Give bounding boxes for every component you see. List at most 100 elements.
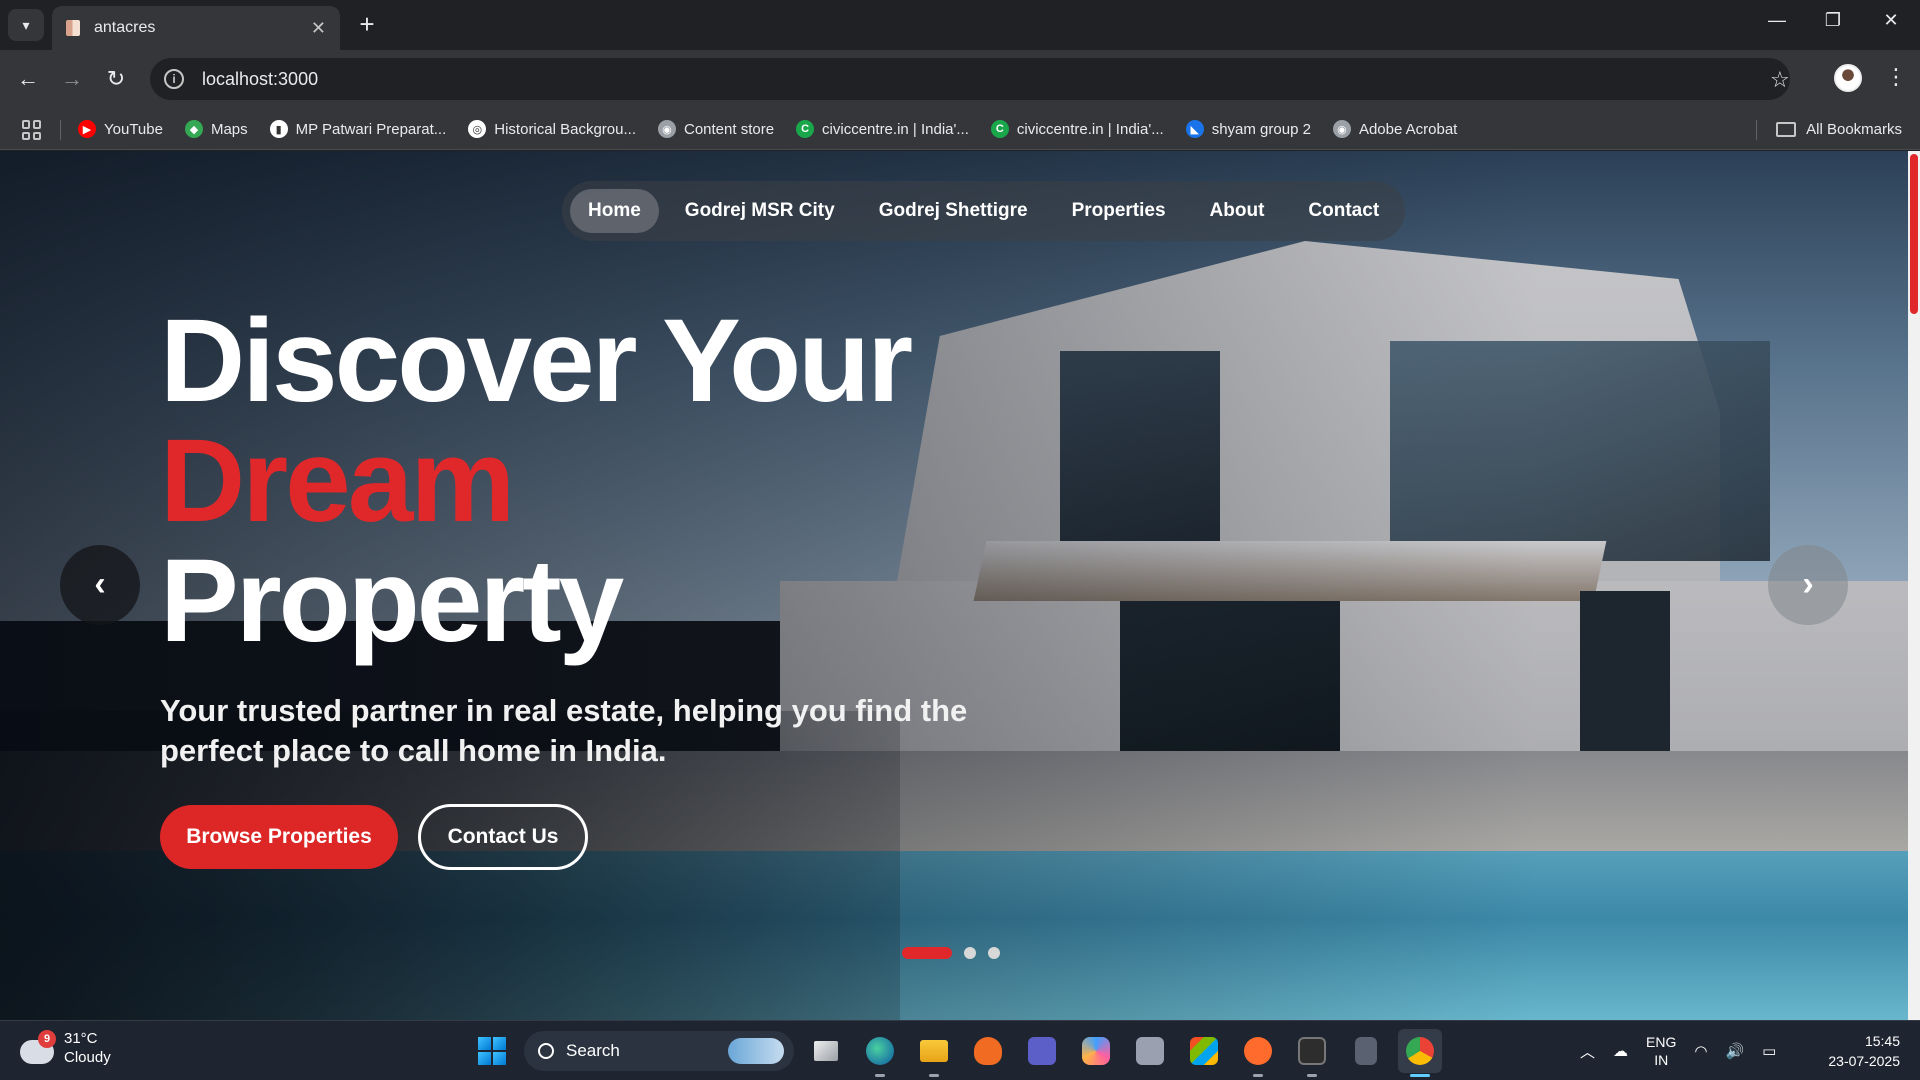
- bookmark-label: Content store: [683, 120, 775, 138]
- forward-arrow-icon[interactable]: →: [56, 64, 88, 96]
- file-explorer-icon[interactable]: [912, 1029, 956, 1077]
- weather-temperature: 31°C: [64, 1030, 98, 1047]
- globe-icon: ◉: [657, 120, 676, 138]
- microsoft-store-icon[interactable]: [1182, 1029, 1226, 1073]
- address-bar[interactable]: i localhost:3000: [150, 58, 1790, 100]
- sublime-icon[interactable]: [1236, 1029, 1280, 1077]
- url-text: localhost:3000: [202, 68, 319, 89]
- bookmark-item[interactable]: ▶ YouTube: [78, 120, 163, 138]
- browser-toolbar: ← → ↻ i localhost:3000 ☆ ⋮: [0, 50, 1920, 108]
- new-tab-button[interactable]: +: [352, 10, 382, 40]
- carousel-dot[interactable]: [902, 947, 952, 959]
- wifi-icon[interactable]: ◠: [1694, 1042, 1707, 1060]
- bookmark-item[interactable]: ◉ Adobe Acrobat: [1332, 120, 1457, 138]
- clock[interactable]: 15:45 23-07-2025: [1810, 1031, 1900, 1071]
- system-tray: ︿ ☁ ENG IN ◠ 🔊 ▭: [1580, 1029, 1776, 1073]
- bookmark-label: Maps: [210, 120, 248, 138]
- carousel-dot[interactable]: [988, 947, 1000, 959]
- search-highlight-icon: [728, 1038, 784, 1064]
- reload-icon[interactable]: ↻: [100, 64, 132, 96]
- bookmark-item[interactable]: ◉ Content store: [657, 120, 775, 138]
- bookmark-label: civiccentre.in | India'...: [822, 120, 969, 138]
- apps-grid-icon[interactable]: [22, 120, 42, 140]
- browser-tab[interactable]: antacres ✕: [52, 6, 340, 50]
- nav-home[interactable]: Home: [570, 189, 659, 233]
- bookmarks-bar: ▶ YouTube ◆ Maps ▮ MP Patwari Preparat... ◎ His…: [0, 108, 1920, 150]
- nav-properties[interactable]: Properties: [1054, 189, 1184, 233]
- taskbar-search-label: Search: [566, 1041, 620, 1060]
- cloud-icon: 9: [20, 1030, 56, 1064]
- nav-godrej-msr-city[interactable]: Godrej MSR City: [667, 189, 853, 233]
- carousel-indicators: [902, 947, 1000, 959]
- app-icon[interactable]: [1128, 1029, 1172, 1073]
- chrome-icon[interactable]: [1398, 1029, 1442, 1077]
- close-window-icon[interactable]: ✕: [1866, 10, 1916, 40]
- bookmark-star-icon[interactable]: ☆: [1770, 67, 1790, 93]
- language-indicator[interactable]: ENG IN: [1646, 1033, 1676, 1069]
- bookmark-label: shyam group 2: [1211, 120, 1311, 138]
- profile-avatar[interactable]: [1834, 64, 1862, 92]
- battery-icon[interactable]: ▭: [1762, 1042, 1776, 1060]
- site-info-icon[interactable]: i: [164, 69, 184, 89]
- back-arrow-icon[interactable]: ←: [12, 64, 44, 96]
- carousel-dot[interactable]: [964, 947, 976, 959]
- search-icon: [538, 1043, 554, 1059]
- bookmark-label: civiccentre.in | India'...: [1016, 120, 1164, 138]
- bookmark-label: Historical Backgrou...: [494, 120, 636, 138]
- contact-us-button[interactable]: Contact Us: [418, 804, 588, 870]
- bookmark-label: YouTube: [104, 120, 163, 138]
- onedrive-icon[interactable]: ☁: [1613, 1042, 1628, 1060]
- windows-taskbar: 9 31°C Cloudy Search ︿ ☁ ENG IN ◠ 🔊 ▭ 15…: [0, 1020, 1920, 1080]
- minimize-icon[interactable]: —: [1752, 10, 1802, 40]
- bookmark-item[interactable]: Cciviccentre.in | India'...: [796, 120, 969, 138]
- weather-widget[interactable]: 9 31°C Cloudy: [20, 1029, 111, 1067]
- more-menu-icon[interactable]: ⋮: [1885, 64, 1907, 90]
- bookmark-favicon-icon: ◣: [1185, 120, 1204, 138]
- bookmark-favicon-icon: ◎: [468, 120, 487, 138]
- nav-about[interactable]: About: [1192, 189, 1283, 233]
- windows-logo-icon: [478, 1037, 506, 1065]
- all-bookmarks-button[interactable]: All Bookmarks: [1776, 108, 1902, 150]
- bookmark-item[interactable]: Cciviccentre.in | India'...: [990, 120, 1164, 138]
- carousel-next-button[interactable]: ›: [1768, 545, 1848, 625]
- weather-condition: Cloudy: [64, 1049, 111, 1066]
- chevron-down-icon: ▾: [22, 16, 30, 33]
- tab-search-button[interactable]: ▾: [8, 9, 44, 41]
- bookmark-item[interactable]: ▮ MP Patwari Preparat...: [269, 120, 446, 138]
- restore-icon[interactable]: ❐: [1808, 10, 1858, 40]
- terminal-icon[interactable]: [1290, 1029, 1334, 1077]
- civiccentre-icon: C: [990, 120, 1009, 138]
- page-viewport: Home Godrej MSR City Godrej Shettigre Prope…: [0, 151, 1920, 1020]
- task-view-icon[interactable]: [804, 1029, 848, 1073]
- headline-accent: Dream: [160, 415, 515, 547]
- chevron-up-icon[interactable]: ︿: [1580, 1041, 1595, 1062]
- copilot-icon[interactable]: [1074, 1029, 1118, 1073]
- nav-contact[interactable]: Contact: [1290, 189, 1397, 233]
- bookmarks-divider: [1756, 120, 1757, 140]
- civiccentre-icon: C: [796, 120, 815, 138]
- hero-subtitle: Your trusted partner in real estate, hel…: [160, 693, 968, 768]
- bookmark-item[interactable]: ◣ shyam group 2: [1185, 120, 1311, 138]
- close-tab-icon[interactable]: ✕: [311, 18, 326, 39]
- headline-line-3: Property: [160, 535, 624, 667]
- teams-icon[interactable]: [1020, 1029, 1064, 1073]
- carousel-prev-button[interactable]: ‹: [60, 545, 140, 625]
- hero-headline: Discover Your Dream Property: [160, 301, 913, 667]
- calculator-icon[interactable]: [1344, 1029, 1388, 1073]
- bookmark-favicon-icon: ▮: [269, 120, 288, 138]
- volume-icon[interactable]: 🔊: [1725, 1042, 1744, 1060]
- nav-godrej-shettigre[interactable]: Godrej Shettigre: [861, 189, 1046, 233]
- edge-icon[interactable]: [858, 1029, 902, 1077]
- folder-icon: [1776, 121, 1797, 137]
- start-button[interactable]: [470, 1029, 514, 1073]
- bookmark-item[interactable]: ◆ Maps: [184, 120, 248, 138]
- youtube-icon: ▶: [78, 120, 96, 138]
- page-scrollbar-thumb[interactable]: [1910, 154, 1918, 314]
- taskbar-search[interactable]: Search: [524, 1031, 794, 1071]
- tab-title: antacres: [94, 19, 156, 36]
- language-region: IN: [1654, 1052, 1669, 1068]
- brave-icon[interactable]: [966, 1029, 1010, 1073]
- browse-properties-button[interactable]: Browse Properties: [160, 805, 398, 869]
- bookmark-item[interactable]: ◎ Historical Backgrou...: [468, 120, 636, 138]
- bookmarks-divider: [60, 120, 61, 140]
